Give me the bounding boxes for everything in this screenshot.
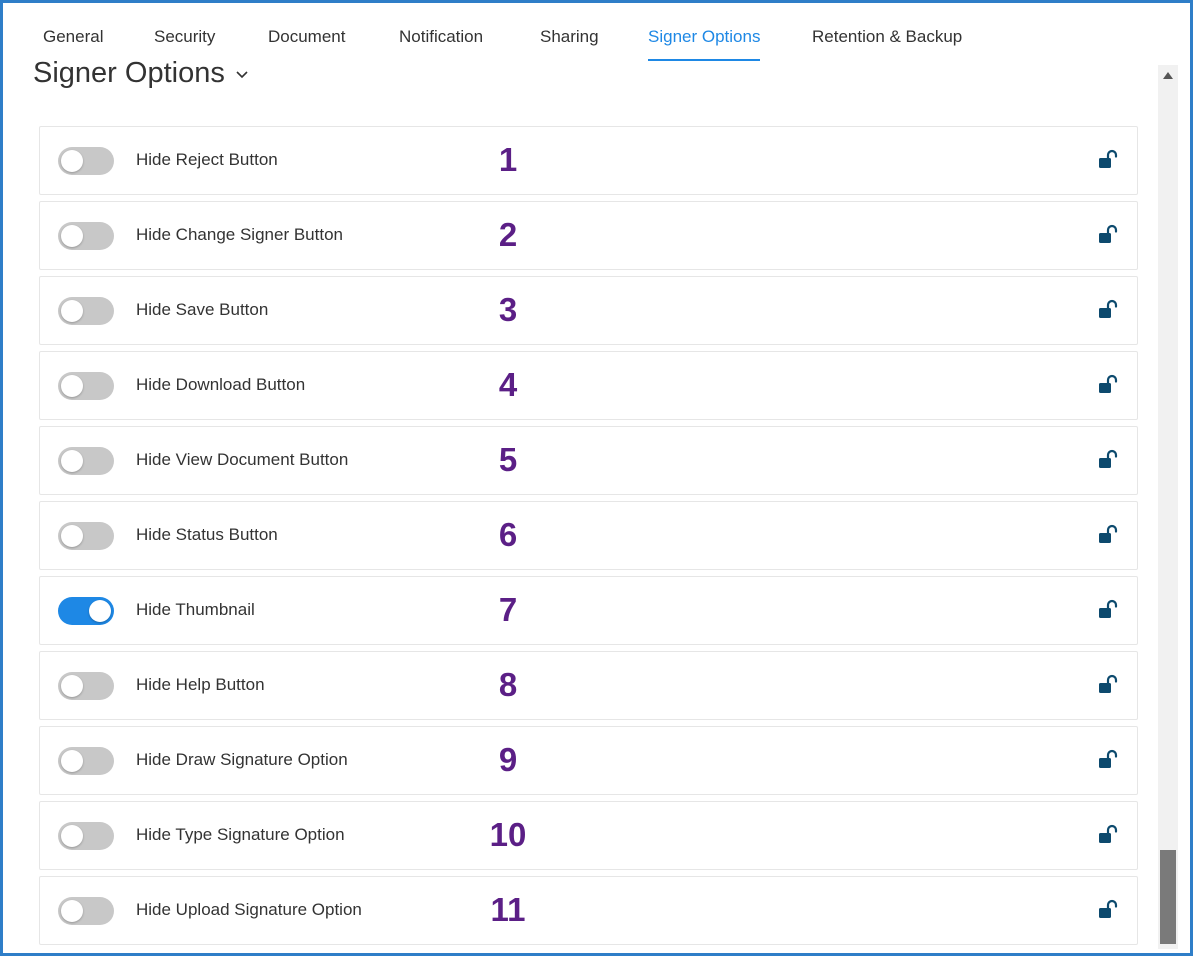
toggle-switch[interactable] xyxy=(58,822,114,850)
option-row: Hide Thumbnail 7 xyxy=(39,576,1138,645)
option-row: Hide Change Signer Button 2 xyxy=(39,201,1138,270)
unlock-icon[interactable] xyxy=(1097,149,1119,171)
annotation-number: 7 xyxy=(498,591,518,628)
toggle-knob xyxy=(61,375,83,397)
unlock-icon[interactable] xyxy=(1097,449,1119,471)
tab-document[interactable]: Document xyxy=(268,27,345,59)
option-row: Hide Draw Signature Option 9 xyxy=(39,726,1138,795)
toggle-knob xyxy=(61,450,83,472)
annotation-number: 1 xyxy=(498,141,518,178)
option-label: Hide Thumbnail xyxy=(136,600,255,619)
toggle-knob xyxy=(61,675,83,697)
option-row: Hide Status Button 6 xyxy=(39,501,1138,570)
toggle-switch[interactable] xyxy=(58,522,114,550)
tab-signer-options[interactable]: Signer Options xyxy=(648,27,761,61)
option-row: Hide Type Signature Option 10 xyxy=(39,801,1138,870)
unlock-icon[interactable] xyxy=(1097,674,1119,696)
annotation-number: 2 xyxy=(498,216,518,253)
toggle-switch[interactable] xyxy=(58,672,114,700)
option-row: Hide Download Button 4 xyxy=(39,351,1138,420)
section-title: Signer Options xyxy=(33,57,225,89)
option-label: Hide Status Button xyxy=(136,525,278,544)
unlock-icon[interactable] xyxy=(1097,299,1119,321)
option-label: Hide View Document Button xyxy=(136,450,349,469)
toggle-switch[interactable] xyxy=(58,747,114,775)
option-label: Hide Draw Signature Option xyxy=(136,750,348,769)
unlock-icon[interactable] xyxy=(1097,374,1119,396)
chevron-down-icon xyxy=(236,70,248,78)
toggle-knob xyxy=(61,900,83,922)
scroll-up-arrow-icon[interactable] xyxy=(1163,72,1173,79)
option-label: Hide Reject Button xyxy=(136,150,278,169)
toggle-knob xyxy=(89,600,111,622)
option-label: Hide Change Signer Button xyxy=(136,225,343,244)
toggle-switch[interactable] xyxy=(58,597,114,625)
unlock-icon[interactable] xyxy=(1097,749,1119,771)
tab-sharing[interactable]: Sharing xyxy=(540,27,599,59)
unlock-icon[interactable] xyxy=(1097,899,1119,921)
toggle-knob xyxy=(61,825,83,847)
annotation-number: 4 xyxy=(498,366,518,403)
toggle-switch[interactable] xyxy=(58,447,114,475)
unlock-icon[interactable] xyxy=(1097,524,1119,546)
toggle-switch[interactable] xyxy=(58,897,114,925)
unlock-icon[interactable] xyxy=(1097,599,1119,621)
toggle-knob xyxy=(61,525,83,547)
signer-options-list: Hide Reject Button 1 Hide Change Signer … xyxy=(39,126,1138,956)
annotation-number: 6 xyxy=(498,516,518,553)
tab-retention-backup[interactable]: Retention & Backup xyxy=(812,27,962,59)
option-label: Hide Save Button xyxy=(136,300,269,319)
option-row: Hide Save Button 3 xyxy=(39,276,1138,345)
option-row: Hide View Document Button 5 xyxy=(39,426,1138,495)
settings-window: General Security Document Notification S… xyxy=(0,0,1193,956)
option-row: Hide Upload Signature Option 11 xyxy=(39,876,1138,945)
option-label: Hide Help Button xyxy=(136,675,265,694)
unlock-icon[interactable] xyxy=(1097,824,1119,846)
tab-security[interactable]: Security xyxy=(154,27,215,59)
scrollbar-thumb[interactable] xyxy=(1160,850,1176,944)
option-label: Hide Type Signature Option xyxy=(136,825,345,844)
option-label: Hide Upload Signature Option xyxy=(136,900,362,919)
toggle-switch[interactable] xyxy=(58,222,114,250)
option-label: Hide Download Button xyxy=(136,375,306,394)
option-row: Hide Reject Button 1 xyxy=(39,126,1138,195)
vertical-scrollbar[interactable] xyxy=(1158,65,1178,949)
toggle-switch[interactable] xyxy=(58,372,114,400)
toggle-knob xyxy=(61,750,83,772)
annotation-number: 11 xyxy=(490,891,526,928)
toggle-switch[interactable] xyxy=(58,297,114,325)
toggle-knob xyxy=(61,300,83,322)
section-header[interactable]: Signer Options xyxy=(33,57,249,90)
toggle-knob xyxy=(61,225,83,247)
annotation-number: 10 xyxy=(489,816,527,853)
toggle-knob xyxy=(61,150,83,172)
toggle-switch[interactable] xyxy=(58,147,114,175)
option-row: Hide Help Button 8 xyxy=(39,651,1138,720)
tab-notification[interactable]: Notification xyxy=(399,27,483,59)
annotation-number: 9 xyxy=(498,741,518,778)
annotation-number: 8 xyxy=(498,666,518,703)
tab-general[interactable]: General xyxy=(43,27,103,59)
annotation-number: 5 xyxy=(498,441,518,478)
annotation-number: 3 xyxy=(498,291,518,328)
unlock-icon[interactable] xyxy=(1097,224,1119,246)
